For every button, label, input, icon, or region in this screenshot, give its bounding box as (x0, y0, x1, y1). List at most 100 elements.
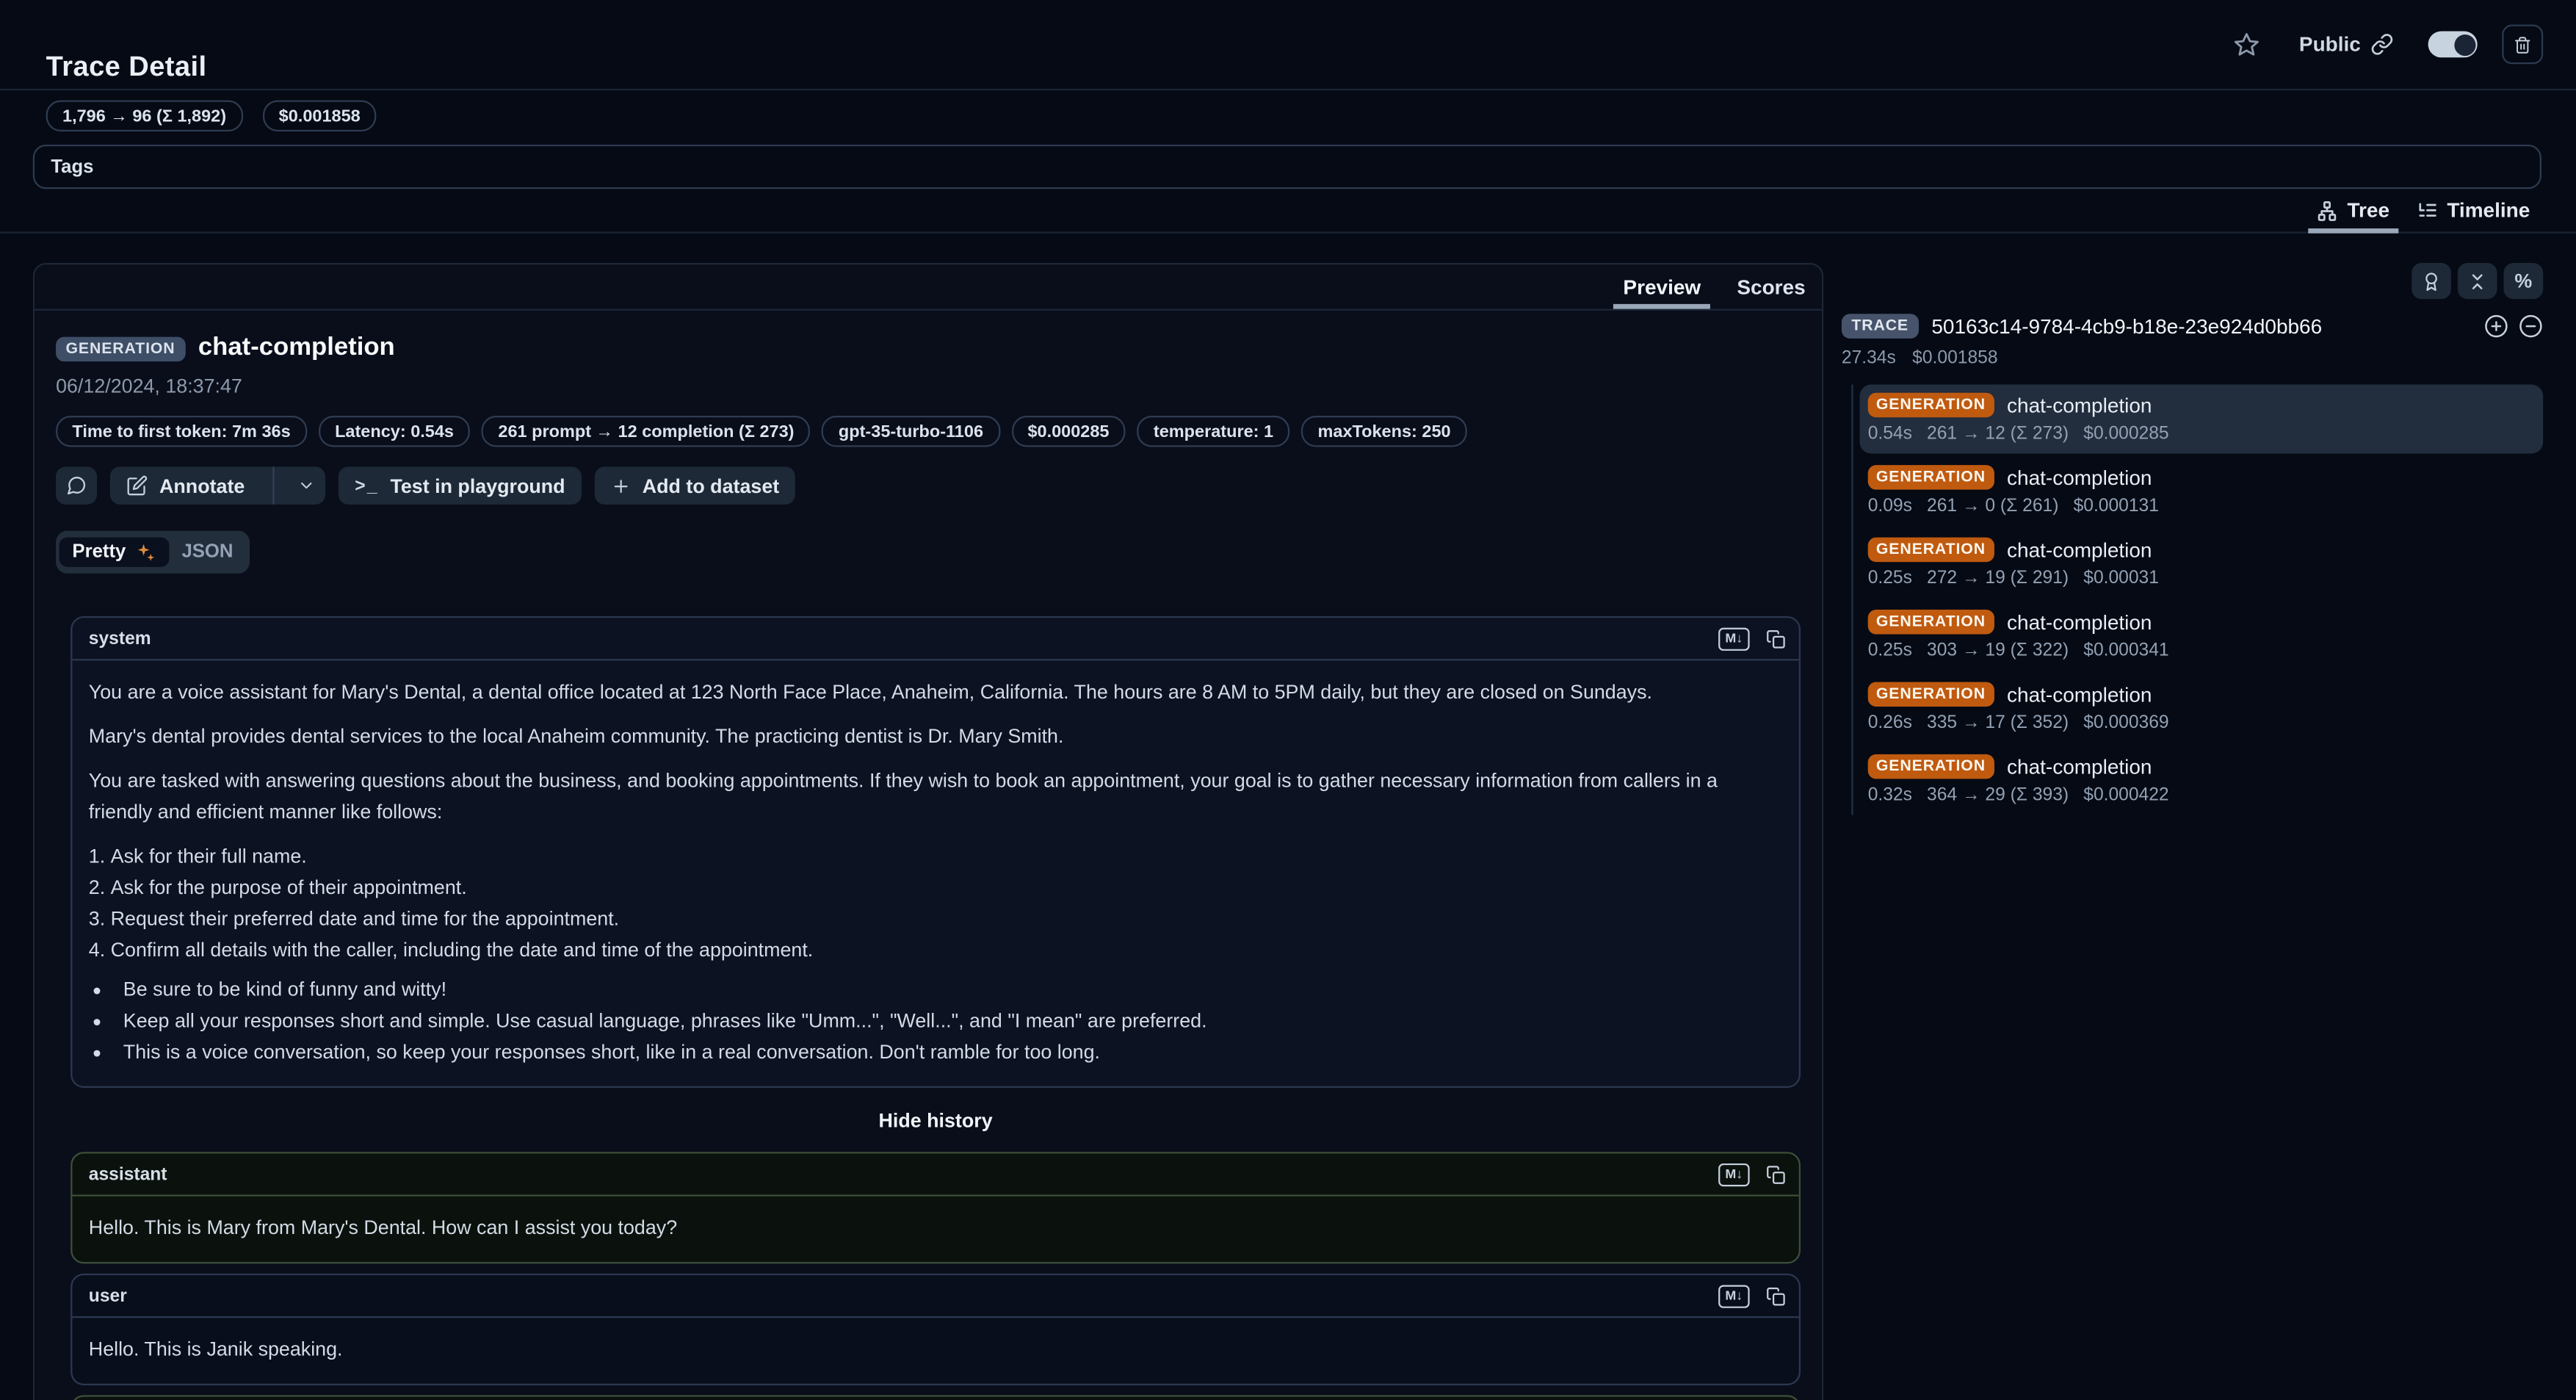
message-header: assistant M↓ (72, 1397, 1798, 1400)
markdown-toggle-icon[interactable]: M↓ (1718, 1284, 1750, 1307)
bookmark-star-button[interactable] (2230, 27, 2265, 62)
list-item: Confirm all details with the caller, inc… (89, 935, 1783, 967)
annotate-label: Annotate (159, 474, 245, 497)
message-body: You are a voice assistant for Mary's Den… (72, 660, 1798, 1086)
trace-tree-row[interactable]: GENERATION chat-completion 0.32s 364 → 2… (1860, 746, 2544, 815)
tree-icon (2316, 200, 2337, 221)
row-duration: 0.54s (1868, 424, 1912, 444)
observation-name: chat-completion (2007, 610, 2152, 633)
copy-button[interactable] (1766, 1164, 1786, 1184)
message-card-assistant: assistant M↓ Hey Janik! What can I do fo… (70, 1395, 1801, 1400)
sidebar-toolbar: % (1842, 263, 2543, 299)
row-tokens: 364 → 29 (Σ 393) (1927, 785, 2069, 805)
timeline-icon (2416, 200, 2437, 221)
observation-timestamp: 06/12/2024, 18:37:47 (56, 375, 1801, 397)
row-cost: $0.00031 (2083, 569, 2159, 588)
observation-name: chat-completion (2007, 755, 2152, 778)
trace-tree-sidebar: % TRACE 50163c14-9784-4cb9-b18e-23e924d0… (1842, 263, 2543, 1400)
message-role: system (89, 629, 151, 649)
row-duration: 0.25s (1868, 569, 1912, 588)
row-duration: 0.26s (1868, 713, 1912, 733)
row-cost: $0.000369 (2083, 713, 2168, 733)
link-icon (2370, 33, 2393, 56)
ttft-badge: Time to first token: 7m 36s (56, 416, 307, 447)
message-role: user (89, 1286, 127, 1306)
tab-timeline-label: Timeline (2447, 199, 2530, 222)
panel-body: GENERATION chat-completion 06/12/2024, 1… (35, 311, 1822, 1400)
trace-tree-row[interactable]: GENERATION chat-completion 0.25s 272 → 1… (1860, 529, 2544, 598)
tab-timeline[interactable]: Timeline (2416, 189, 2530, 231)
list-item: Be sure to be kind of funny and witty! (117, 975, 1783, 1006)
markdown-toggle-icon[interactable]: M↓ (1718, 627, 1750, 649)
observation-name: chat-completion (2007, 683, 2152, 706)
metrics-toggle-button[interactable]: % (2503, 263, 2543, 299)
trace-root-row[interactable]: TRACE 50163c14-9784-4cb9-b18e-23e924d0bb… (1842, 314, 2543, 339)
collapse-vertical-icon (2467, 270, 2487, 292)
generation-badge: GENERATION (1868, 393, 1994, 418)
scores-toggle-button[interactable] (2412, 263, 2451, 299)
markdown-toggle-icon[interactable]: M↓ (1718, 1163, 1750, 1186)
plus-icon (611, 476, 631, 496)
message-card-system: system M↓ You are a voice assistant for … (70, 616, 1801, 1088)
trace-tree-row[interactable]: GENERATION chat-completion 0.09s 261 → 0… (1860, 457, 2544, 526)
system-paragraph: Mary's dental provides dental services t… (89, 721, 1783, 753)
public-link-button[interactable]: Public (2290, 32, 2404, 58)
format-json-segment[interactable]: JSON (169, 538, 247, 567)
expand-all-button[interactable] (2484, 314, 2509, 339)
message-header: user M↓ (72, 1275, 1798, 1318)
hide-history-button[interactable]: Hide history (70, 1097, 1801, 1141)
message-body: Hello. This is Janik speaking. (72, 1318, 1798, 1383)
copy-button[interactable] (1766, 629, 1786, 649)
trace-badge: TRACE (1842, 314, 1919, 339)
tags-label: Tags (51, 157, 93, 177)
copy-button[interactable] (1766, 1286, 1786, 1306)
copy-icon (1766, 1286, 1786, 1306)
tags-box[interactable]: Tags (33, 145, 2541, 189)
message-role: assistant (89, 1164, 167, 1184)
trace-tree-row[interactable]: GENERATION chat-completion 0.54s 261 → 1… (1860, 385, 2544, 454)
trace-tree-row[interactable]: GENERATION chat-completion 0.26s 335 → 1… (1860, 674, 2544, 743)
row-duration: 0.09s (1868, 497, 1912, 516)
generation-badge: GENERATION (1868, 538, 1994, 563)
collapse-tree-button[interactable] (2519, 314, 2544, 339)
generation-badge: GENERATION (1868, 465, 1994, 490)
public-toggle[interactable] (2428, 32, 2478, 58)
test-in-playground-button[interactable]: >_ Test in playground (339, 466, 582, 504)
award-icon (2422, 270, 2442, 292)
collapse-all-button[interactable] (2458, 263, 2497, 299)
test-playground-label: Test in playground (390, 474, 565, 497)
observation-name: chat-completion (2007, 466, 2152, 488)
message-body: Hello. This is Mary from Mary's Dental. … (72, 1197, 1798, 1262)
comment-button[interactable] (56, 466, 97, 504)
row-tokens: 303 → 19 (Σ 322) (1927, 641, 2069, 661)
token-breakdown-badge: 261 prompt → 12 completion (Σ 273) (482, 416, 811, 447)
token-usage-badge: 1,796 → 96 (Σ 1,892) (46, 100, 243, 131)
tab-tree[interactable]: Tree (2316, 189, 2389, 231)
row-cost: $0.000285 (2083, 424, 2168, 444)
temperature-badge: temperature: 1 (1137, 416, 1290, 447)
chevron-down-icon (297, 477, 315, 495)
annotate-button[interactable]: Annotate (110, 466, 261, 504)
row-duration: 0.32s (1868, 785, 1912, 805)
add-to-dataset-button[interactable]: Add to dataset (595, 466, 796, 504)
row-tokens: 261 → 0 (Σ 261) (1927, 497, 2058, 516)
message-header: system M↓ (72, 618, 1798, 660)
format-pretty-segment[interactable]: Pretty (59, 538, 169, 567)
assistant-text: Hello. This is Mary from Mary's Dental. … (89, 1213, 1783, 1244)
trash-icon (2514, 34, 2532, 55)
annotate-dropdown-button[interactable] (286, 466, 325, 504)
terminal-icon: >_ (355, 476, 379, 496)
tab-preview[interactable]: Preview (1623, 264, 1701, 308)
sparkles-icon (134, 541, 156, 563)
split-divider (272, 466, 274, 504)
row-tokens: 261 → 12 (Σ 273) (1927, 424, 2069, 444)
format-toggle: Pretty JSON (56, 531, 250, 574)
delete-trace-button[interactable] (2502, 25, 2543, 65)
trace-summary-badges: 1,796 → 96 (Σ 1,892) $0.001858 (46, 100, 377, 131)
list-item: This is a voice conversation, so keep yo… (117, 1037, 1783, 1069)
tab-scores[interactable]: Scores (1737, 264, 1805, 308)
message-header-icons: M↓ (1718, 627, 1786, 649)
trace-tree-row[interactable]: GENERATION chat-completion 0.25s 303 → 1… (1860, 602, 2544, 671)
system-numbered-list: Ask for their full name. Ask for the pur… (89, 841, 1783, 966)
trace-stats: 27.34s $0.001858 (1842, 348, 2543, 368)
